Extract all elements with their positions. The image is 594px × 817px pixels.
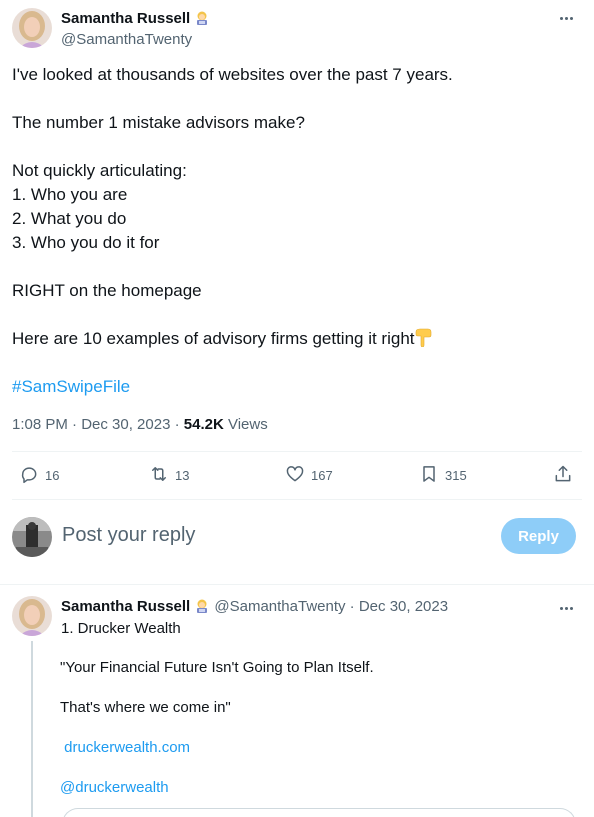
body-blank: [12, 87, 582, 111]
thread-mention-line: @druckerwealth: [60, 778, 560, 798]
reply-button[interactable]: 16: [19, 464, 59, 487]
tweet-body: I've looked at thousands of websites ove…: [12, 63, 582, 399]
thread-author-avatar[interactable]: [12, 596, 52, 636]
reply-count: 16: [45, 468, 60, 483]
body-line: 3. Who you do it for: [12, 233, 160, 252]
woman-technologist-emoji: [194, 598, 210, 614]
more-icon[interactable]: [556, 10, 576, 26]
author-avatar[interactable]: [12, 8, 52, 48]
website-link[interactable]: druckerwealth.com: [64, 739, 190, 756]
divider: [12, 451, 582, 452]
author-name[interactable]: Samantha Russell: [61, 10, 210, 27]
body-line: RIGHT on the homepage: [12, 281, 202, 300]
like-count: 167: [311, 468, 333, 483]
share-button[interactable]: [553, 464, 573, 487]
body-blank: [60, 758, 560, 778]
views-count: 54.2K: [183, 416, 224, 433]
mention-link[interactable]: @druckerwealth: [60, 779, 169, 796]
body-line: I've looked at thousands of websites ove…: [12, 65, 453, 84]
body-blank: [12, 303, 582, 327]
body-blank: [60, 718, 560, 738]
woman-technologist-emoji: [194, 10, 210, 26]
pointing-down-emoji: [415, 327, 433, 348]
thread-body-line: That's where we come in": [60, 699, 231, 716]
thread-body-line: "Your Financial Future Isn't Going to Pl…: [60, 659, 374, 676]
retweet-count: 13: [175, 468, 190, 483]
body-line: Here are 10 examples of advisory firms g…: [12, 329, 415, 348]
body-blank: [12, 351, 582, 375]
hashtag-link[interactable]: #SamSwipeFile: [12, 377, 130, 396]
bookmark-icon: [419, 464, 439, 487]
current-user-avatar[interactable]: [12, 517, 52, 557]
retweet-button[interactable]: 13: [149, 464, 189, 487]
reply-icon: [19, 464, 39, 487]
reply-input[interactable]: Post your reply: [62, 524, 195, 547]
body-line-with-emoji: Here are 10 examples of advisory firms g…: [12, 327, 582, 351]
body-line: The number 1 mistake advisors make?: [12, 113, 305, 132]
views-label: Views: [223, 416, 268, 433]
divider: [12, 499, 582, 500]
thread-tweet-header: Samantha Russell @SamanthaTwenty · Dec 3…: [61, 598, 448, 615]
retweet-icon: [149, 464, 169, 487]
author-name-text: Samantha Russell: [61, 10, 191, 27]
more-icon[interactable]: [556, 600, 576, 616]
thread-link-line: druckerwealth.com: [60, 738, 560, 758]
body-line: 2. What you do: [12, 209, 127, 228]
share-icon: [553, 464, 573, 487]
link-preview-card[interactable]: [62, 808, 576, 817]
bookmark-button[interactable]: 315: [419, 464, 467, 487]
reply-submit-button[interactable]: Reply: [501, 518, 576, 554]
body-line: 1. Who you are: [12, 185, 128, 204]
thread-author-name[interactable]: Samantha Russell: [61, 598, 190, 615]
divider: [0, 584, 594, 585]
body-blank: [60, 678, 560, 698]
like-button[interactable]: 167: [285, 464, 333, 487]
tweet-detail: Samantha Russell @SamanthaTwenty I've lo…: [0, 0, 594, 817]
thread-tweet-title: 1. Drucker Wealth: [61, 620, 181, 637]
tweet-meta: 1:08 PM · Dec 30, 2023 · 54.2K Views: [12, 416, 268, 433]
body-blank: [12, 135, 582, 159]
thread-handle-date[interactable]: @SamanthaTwenty · Dec 30, 2023: [214, 598, 448, 615]
author-handle[interactable]: @SamanthaTwenty: [61, 31, 192, 48]
body-hashtag-line: #SamSwipeFile: [12, 375, 582, 399]
like-icon: [285, 464, 305, 487]
tweet-timestamp[interactable]: 1:08 PM · Dec 30, 2023 ·: [12, 416, 184, 433]
body-blank: [12, 255, 582, 279]
thread-connector-line: [31, 641, 33, 817]
thread-tweet-body: "Your Financial Future Isn't Going to Pl…: [60, 658, 560, 798]
body-line: Not quickly articulating:: [12, 161, 187, 180]
bookmark-count: 315: [445, 468, 467, 483]
action-bar: 16 13 167 315: [0, 458, 594, 494]
